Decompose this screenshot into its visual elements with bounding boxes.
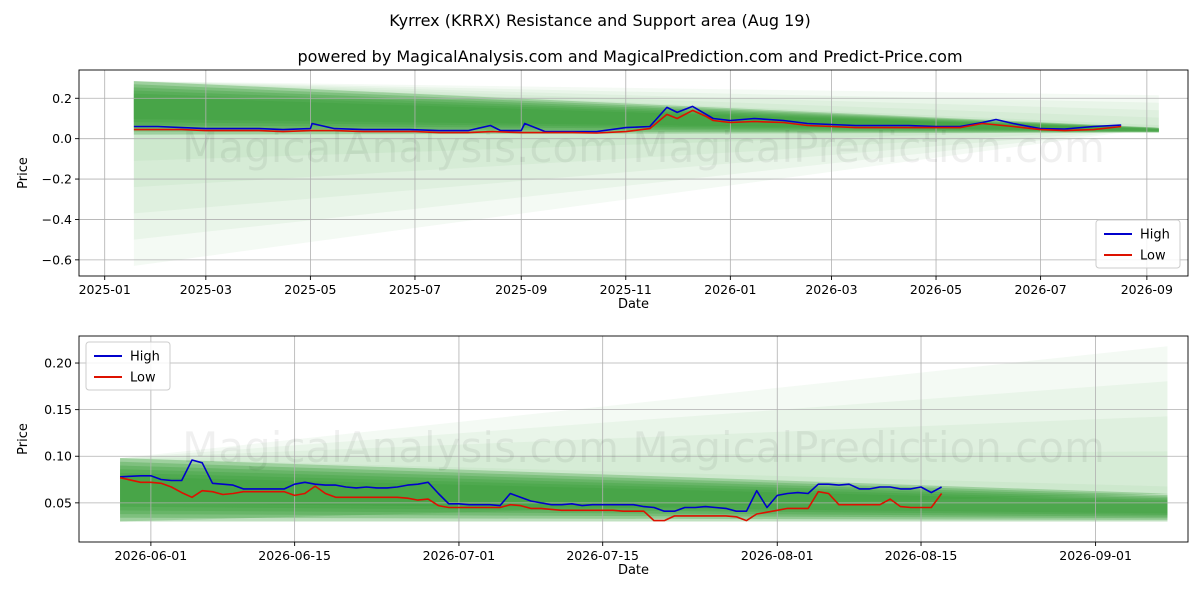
- chart-title: Kyrrex (KRRX) Resistance and Support are…: [389, 11, 810, 30]
- chart-figure: Kyrrex (KRRX) Resistance and Support are…: [0, 0, 1200, 600]
- x-tick-label: 2026-07: [1014, 282, 1066, 297]
- y-tick-label: 0.05: [44, 495, 72, 510]
- legend: High Low: [1095, 219, 1181, 269]
- y-tick-label: −0.2: [42, 172, 72, 187]
- y-tick-label: −0.4: [42, 212, 72, 227]
- y-axis-label: Price: [16, 157, 31, 189]
- x-tick-label: 2026-03: [805, 282, 857, 297]
- x-tick-label: 2025-11: [600, 282, 652, 297]
- top-panel: MagicalAnalysis.com MagicalPrediction.co…: [16, 69, 1189, 312]
- x-tick-label: 2026-06-15: [258, 548, 331, 563]
- y-axis-label: Price: [16, 423, 31, 455]
- x-tick-label: 2026-08-01: [741, 548, 814, 563]
- legend: High Low: [85, 341, 171, 391]
- x-tick-label: 2026-07-15: [566, 548, 639, 563]
- legend-label-low: Low: [1140, 249, 1166, 264]
- chart-subtitle: powered by MagicalAnalysis.com and Magic…: [297, 47, 962, 66]
- legend-label-high: High: [1140, 228, 1170, 243]
- x-tick-label: 2026-01: [704, 282, 756, 297]
- y-tick-label: −0.6: [42, 252, 72, 267]
- chart-svg: Kyrrex (KRRX) Resistance and Support are…: [16, 11, 1189, 578]
- legend-label-high: High: [130, 350, 160, 365]
- x-tick-label: 2025-03: [180, 282, 232, 297]
- bottom-panel: MagicalAnalysis.com MagicalPrediction.co…: [16, 335, 1189, 578]
- y-tick-label: 0.2: [52, 91, 72, 106]
- x-axis-label: Date: [618, 297, 649, 312]
- x-tick-label: 2026-06-01: [115, 548, 188, 563]
- x-axis-label: Date: [618, 563, 649, 578]
- x-tick-label: 2025-09: [495, 282, 547, 297]
- y-tick-label: 0.10: [44, 449, 72, 464]
- x-tick-label: 2026-09-01: [1059, 548, 1132, 563]
- y-tick-label: 0.20: [44, 356, 72, 371]
- y-tick-label: 0.0: [52, 131, 72, 146]
- x-tick-label: 2025-07: [389, 282, 441, 297]
- x-tick-label: 2026-09: [1121, 282, 1173, 297]
- x-tick-label: 2025-01: [79, 282, 131, 297]
- x-tick-label: 2026-07-01: [423, 548, 496, 563]
- x-tick-label: 2025-05: [284, 282, 336, 297]
- y-tick-label: 0.15: [44, 402, 72, 417]
- watermark-text: MagicalAnalysis.com MagicalPrediction.co…: [182, 423, 1105, 472]
- x-tick-label: 2026-05: [910, 282, 962, 297]
- x-tick-label: 2026-08-15: [885, 548, 958, 563]
- legend-label-low: Low: [130, 371, 156, 386]
